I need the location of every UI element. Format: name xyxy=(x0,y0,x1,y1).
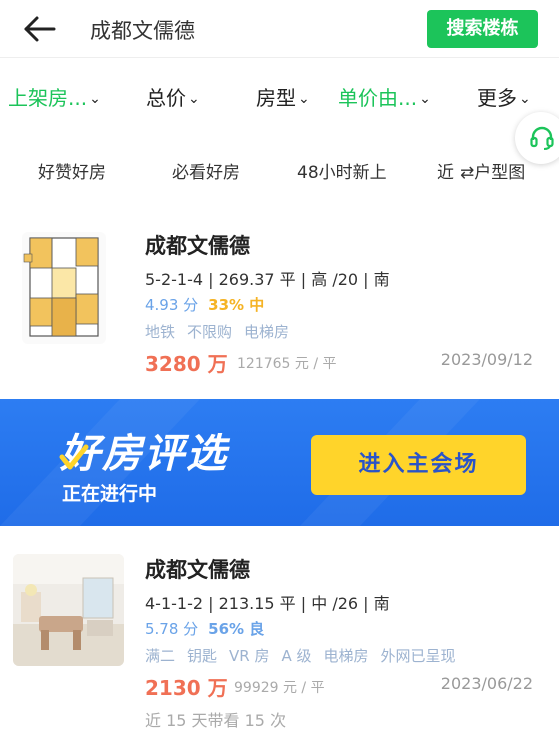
tag: 不限购 xyxy=(187,323,233,341)
chevron-down-icon: ⌄ xyxy=(89,91,101,107)
tag: A 级 xyxy=(281,647,312,665)
chip-good-house[interactable]: 好赞好房 xyxy=(38,158,106,183)
chip-must-see[interactable]: 必看好房 xyxy=(172,158,240,183)
search-query-title[interactable]: 成都文儒德 xyxy=(90,15,195,45)
listing-score: 4.93 分 33% 中 xyxy=(145,294,264,315)
promo-banner[interactable]: 好房评选 正在进行中 进入主会场 xyxy=(0,399,559,526)
filter-layout[interactable]: 房型 ⌄ xyxy=(256,82,310,111)
listing-card[interactable]: 成都文儒德 5-2-1-4 | 269.37 平 | 高 /20 | 南 4.9… xyxy=(0,214,559,384)
chevron-down-icon: ⌄ xyxy=(298,91,310,107)
filter-label: 更多 xyxy=(477,86,517,110)
listing-unit-price: 99929 元 / 平 xyxy=(234,680,325,696)
search-building-button[interactable]: 搜索楼栋 xyxy=(427,10,538,48)
chevron-down-icon: ⌄ xyxy=(519,91,531,107)
filter-more[interactable]: 更多 ⌄ xyxy=(477,82,531,111)
score-percent: 33% 中 xyxy=(208,296,265,314)
tag: 地铁 xyxy=(145,323,176,341)
listing-score: 5.78 分 56% 良 xyxy=(145,618,264,639)
headset-icon xyxy=(530,126,554,150)
listing-tags: 地铁 不限购 电梯房 xyxy=(145,321,301,342)
chip-recent[interactable]: 近 xyxy=(437,158,454,183)
listing-unit-price: 121765 元 / 平 xyxy=(237,356,337,372)
filter-total-price[interactable]: 总价 ⌄ xyxy=(146,82,200,111)
back-arrow-icon[interactable] xyxy=(22,14,58,44)
tag: 电梯房 xyxy=(244,323,290,341)
filter-label: 房型 xyxy=(256,86,296,110)
filter-unit-price-sort[interactable]: 单价由... ⌄ xyxy=(338,82,431,111)
room-photo-thumbnail xyxy=(13,554,124,666)
banner-subtitle: 正在进行中 xyxy=(62,483,158,505)
listing-card[interactable]: 成都文儒德 4-1-1-2 | 213.15 平 | 中 /26 | 南 5.7… xyxy=(0,540,559,740)
listing-date: 2023/06/22 xyxy=(440,674,533,693)
quick-tag-row: 好赞好房 必看好房 48小时新上 近 ⇄户型图 xyxy=(0,152,559,188)
filter-label: 单价由... xyxy=(338,86,418,110)
tag: 满二 xyxy=(145,647,176,665)
chip-floor-plan[interactable]: ⇄户型图 xyxy=(460,158,525,183)
listing-total-price: 3280 万 xyxy=(145,352,228,376)
enter-main-venue-button[interactable]: 进入主会场 xyxy=(311,435,526,495)
listing-date: 2023/09/12 xyxy=(440,350,533,369)
score-percent: 56% 良 xyxy=(208,620,265,638)
score-value: 5.78 分 xyxy=(145,620,199,638)
tag: 钥匙 xyxy=(187,647,218,665)
filter-label: 总价 xyxy=(146,86,186,110)
floor-plan-thumbnail xyxy=(22,232,106,344)
listing-spec: 4-1-1-2 | 213.15 平 | 中 /26 | 南 xyxy=(145,594,390,613)
chevron-down-icon: ⌄ xyxy=(419,91,431,107)
checkmark-icon xyxy=(59,444,89,470)
tag: 电梯房 xyxy=(323,647,369,665)
filter-listing-time[interactable]: 上架房... ⌄ xyxy=(8,82,101,111)
top-bar: 成都文儒德 搜索楼栋 xyxy=(0,0,559,58)
viewing-count: 近 15 天带看 15 次 xyxy=(145,711,287,730)
filter-bar: 上架房... ⌄ 总价 ⌄ 房型 ⌄ 单价由... ⌄ 更多 ⌄ xyxy=(0,70,559,120)
listing-name: 成都文儒德 xyxy=(145,234,250,258)
listing-name: 成都文儒德 xyxy=(145,558,250,582)
tag: VR 房 xyxy=(229,647,270,665)
listing-spec: 5-2-1-4 | 269.37 平 | 高 /20 | 南 xyxy=(145,270,390,289)
chevron-down-icon: ⌄ xyxy=(188,91,200,107)
listing-tags: 满二 钥匙 VR 房 A 级电梯房 外网已呈现 xyxy=(145,645,468,666)
score-value: 4.93 分 xyxy=(145,296,199,314)
tag: 外网已呈现 xyxy=(380,647,456,665)
listing-total-price: 2130 万 xyxy=(145,676,228,700)
filter-label: 上架房... xyxy=(8,86,88,110)
chip-new-48h[interactable]: 48小时新上 xyxy=(297,158,387,183)
